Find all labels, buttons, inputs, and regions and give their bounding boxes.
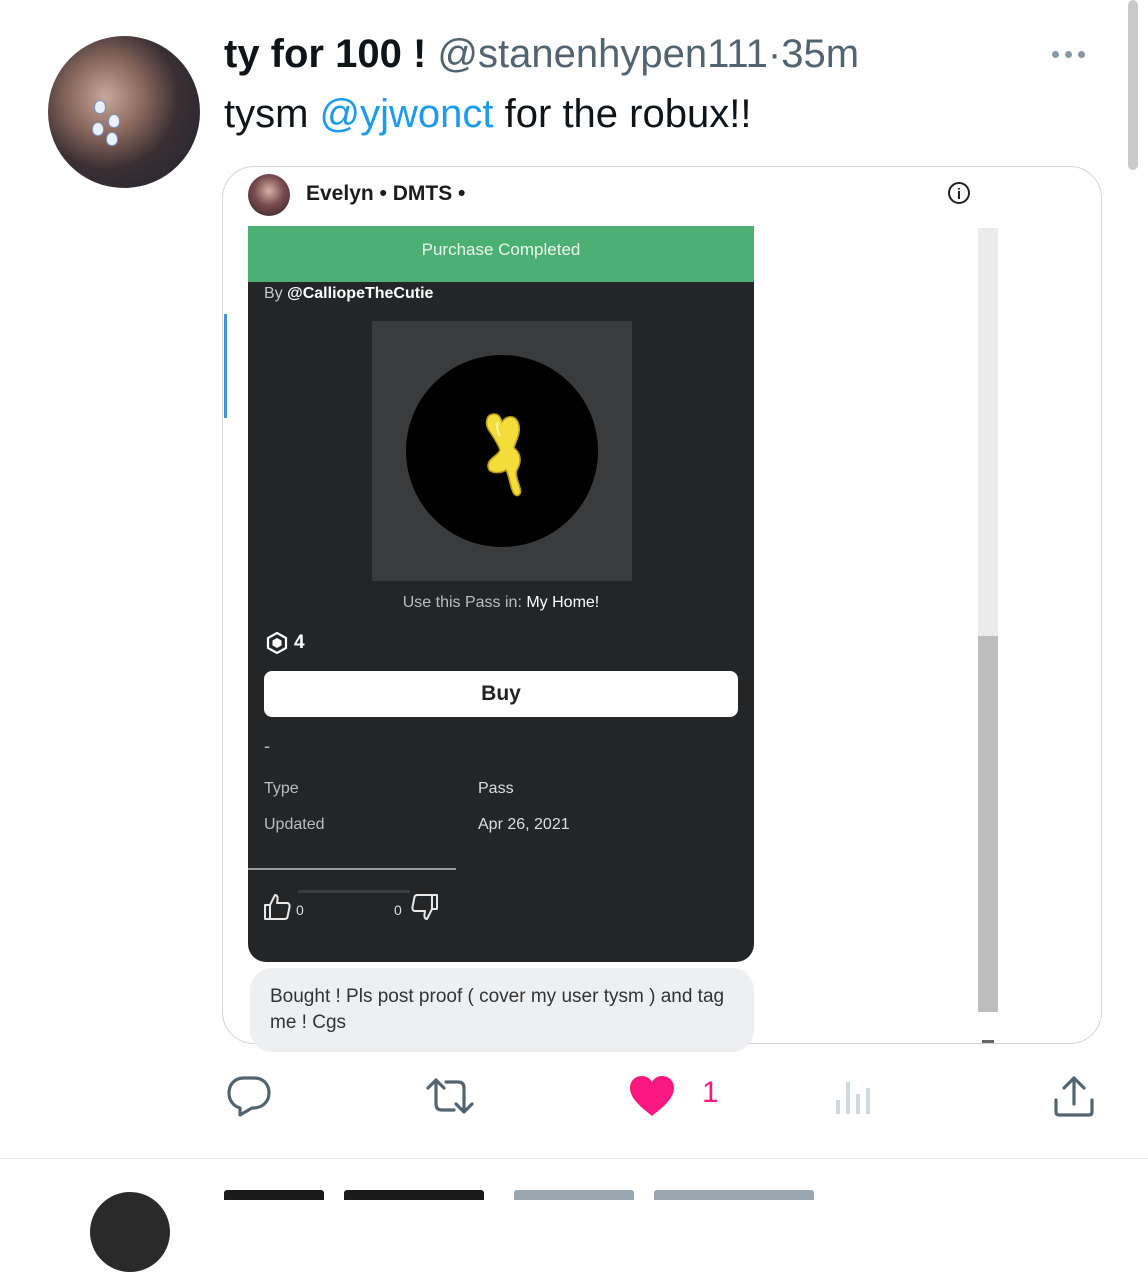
heart-icon[interactable] <box>628 1074 676 1118</box>
byline-prefix: By <box>264 285 288 302</box>
tweet-divider <box>0 1158 1148 1159</box>
avatar-sticker <box>108 114 120 128</box>
left-accent-bar <box>224 314 227 418</box>
creator-name: @CalliopeTheCutie <box>287 285 434 302</box>
robux-icon <box>266 632 288 654</box>
mention-link[interactable]: @yjwonct <box>320 92 494 136</box>
reply-icon[interactable] <box>226 1074 272 1118</box>
tweet-text: tysm @yjwonct for the robux!! <box>224 90 751 138</box>
type-value: Pass <box>478 780 514 797</box>
upvote-count: 0 <box>296 902 304 918</box>
tweet-time[interactable]: 35m <box>781 32 859 76</box>
updated-value: Apr 26, 2021 <box>478 816 570 833</box>
game-name: My Home! <box>526 594 600 611</box>
tweet-text-suffix: for the robux!! <box>493 92 752 136</box>
info-icon: i <box>948 182 970 204</box>
chat-message-text: Bought ! Pls post proof ( cover my user … <box>270 986 725 1033</box>
next-tweet-avatar[interactable] <box>90 1192 170 1272</box>
updated-label: Updated <box>264 816 325 833</box>
details-divider <box>248 868 456 870</box>
thumbs-up-icon <box>264 894 291 920</box>
author-display-name[interactable]: ty for 100 ! <box>224 32 426 76</box>
avatar-sticker <box>94 100 106 114</box>
chat-contact-avatar <box>248 174 290 216</box>
inner-scrollbar-thumb <box>978 636 998 1012</box>
page-scrollbar[interactable] <box>1128 0 1138 170</box>
type-label: Type <box>264 780 299 797</box>
use-pass-in: Use this Pass in: My Home! <box>264 594 738 612</box>
chat-contact-name: Evelyn • DMTS • <box>306 182 466 205</box>
views-icon[interactable] <box>834 1074 874 1118</box>
tweet-header: ty for 100 ! @stanenhypen111·35m <box>224 30 859 78</box>
retweet-icon[interactable] <box>424 1074 476 1118</box>
author-avatar[interactable] <box>48 36 200 188</box>
avatar-sticker <box>92 122 104 136</box>
author-handle[interactable]: @stanenhypen111 <box>437 32 768 76</box>
heart-drip-image <box>485 413 522 497</box>
tweet-text-prefix: tysm <box>224 92 320 136</box>
more-icon[interactable] <box>1052 44 1096 64</box>
avatar-sticker <box>106 132 118 146</box>
creator-byline: By @CalliopeTheCutie <box>264 285 433 303</box>
vote-ratio-bar <box>298 890 410 893</box>
buy-button: Buy <box>264 671 738 717</box>
use-pass-prefix: Use this Pass in: <box>402 594 527 611</box>
next-tweet-header-peek <box>224 1186 864 1200</box>
inner-scroll-marker <box>982 1040 994 1043</box>
item-price: 4 <box>294 632 305 653</box>
meta-separator: · <box>767 32 782 76</box>
share-icon[interactable] <box>1052 1074 1096 1118</box>
like-count[interactable]: 1 <box>702 1076 719 1110</box>
description-placeholder: - <box>264 736 270 756</box>
purchase-completed-banner: Purchase Completed <box>248 226 754 282</box>
downvote-count: 0 <box>394 902 402 918</box>
thumbs-down-icon <box>411 894 438 920</box>
